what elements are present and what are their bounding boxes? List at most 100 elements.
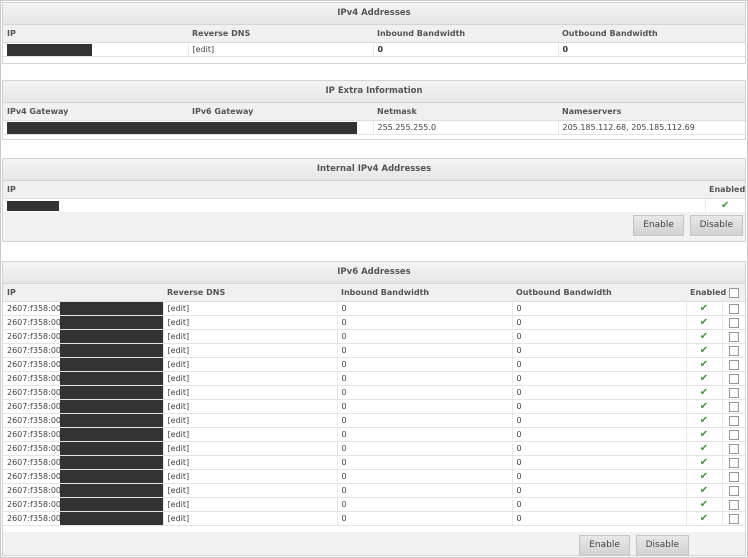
ipv6-row-checkbox-cell[interactable] [722, 497, 745, 512]
ipv6-ip-cell: 2607:f358:0001 [3, 301, 164, 316]
redacted-ip-suffix [60, 470, 162, 483]
ipv6-rdns-edit-link[interactable]: [edit] [163, 315, 338, 330]
ipv6-row-checkbox-cell[interactable] [722, 301, 745, 316]
checkbox[interactable] [728, 429, 739, 440]
checkbox[interactable] [728, 373, 739, 384]
ipv6-outbound-value: 0 [512, 469, 687, 484]
ipv6-rdns-edit-link[interactable]: [edit] [163, 469, 338, 484]
ipv6-rdns-edit-link[interactable]: [edit] [163, 427, 338, 442]
internal-table: IP Enabled ✔ [3, 181, 745, 213]
ipv6-outbound-value: 0 [512, 329, 687, 344]
table-row: 2607:f358:0001 [edit] 0 0 ✔ [3, 511, 745, 526]
ipv6-outbound-value: 0 [512, 483, 687, 498]
ipv4-ip-cell [3, 42, 189, 57]
ipv6-row-checkbox-cell[interactable] [722, 427, 745, 442]
ipv6-rdns-edit-link[interactable]: [edit] [163, 483, 338, 498]
internal-panel: Internal IPv4 Addresses IP Enabled ✔ Ena… [2, 158, 746, 242]
redacted-gateways [7, 121, 357, 134]
ipv6-outbound-value: 0 [512, 511, 687, 526]
ipv6-rdns-edit-link[interactable]: [edit] [163, 497, 338, 512]
ipv6-inbound-value: 0 [337, 399, 513, 414]
ipv6-rdns-edit-link[interactable]: [edit] [163, 301, 338, 316]
checkbox[interactable] [728, 331, 739, 342]
ipv6-inbound-value: 0 [337, 455, 513, 470]
checkbox[interactable] [728, 303, 739, 314]
ipv6-rdns-edit-link[interactable]: [edit] [163, 329, 338, 344]
table-row: 2607:f358:0001 [edit] 0 0 ✔ [3, 483, 745, 498]
ipv6-row-checkbox-cell[interactable] [722, 455, 745, 470]
checkbox[interactable] [728, 471, 739, 482]
internal-ip-cell [3, 198, 706, 213]
checkbox[interactable] [728, 443, 739, 454]
ipv4-outbound-value: 0 [558, 42, 745, 57]
redacted-ip-suffix [60, 498, 162, 511]
ipv6-row-checkbox-cell[interactable] [722, 511, 745, 526]
ipv6-inbound-value: 0 [337, 497, 513, 512]
ipv6-actions: Enable Disable [576, 535, 689, 556]
ipv6-outbound-value: 0 [512, 301, 687, 316]
ipv6-inbound-value: 0 [337, 469, 513, 484]
ipv6-rdns-edit-link[interactable]: [edit] [163, 357, 338, 372]
ipv6-ip-cell: 2607:f358:0001 [3, 441, 164, 456]
ipv6-ip-cell: 2607:f358:0001 [3, 455, 164, 470]
ipv6-header-rdns: Reverse DNS [163, 284, 337, 302]
redacted-ip-suffix [60, 344, 162, 357]
ipv6-row-checkbox-cell[interactable] [722, 357, 745, 372]
redacted-ip-suffix [60, 302, 162, 315]
ipv6-ip-cell: 2607:f358:0001 [3, 343, 164, 358]
checkbox[interactable] [728, 287, 739, 298]
checkbox[interactable] [728, 387, 739, 398]
ipv6-rdns-edit-link[interactable]: [edit] [163, 343, 338, 358]
ipv6-outbound-value: 0 [512, 315, 687, 330]
internal-enable-button[interactable]: Enable [633, 215, 684, 236]
ipv6-row-checkbox-cell[interactable] [722, 315, 745, 330]
ipv6-row-checkbox-cell[interactable] [722, 483, 745, 498]
checkbox[interactable] [728, 317, 739, 328]
checkbox[interactable] [728, 485, 739, 496]
ipv6-inbound-value: 0 [337, 357, 513, 372]
redacted-ip-suffix [60, 330, 162, 343]
checkmark-icon: ✔ [686, 455, 723, 470]
ipv4-header-rdns: Reverse DNS [188, 25, 373, 43]
gateway-cell [3, 120, 374, 135]
ipv6-ip-cell: 2607:f358:0001 [3, 427, 164, 442]
checkbox[interactable] [728, 415, 739, 426]
ipv6-row-checkbox-cell[interactable] [722, 329, 745, 344]
ipv6-row-checkbox-cell[interactable] [722, 413, 745, 428]
ipv6-ip-cell: 2607:f358:0001 [3, 483, 164, 498]
checkbox[interactable] [728, 457, 739, 468]
checkbox[interactable] [728, 499, 739, 510]
ipv6-rdns-edit-link[interactable]: [edit] [163, 511, 338, 526]
extra-title: IP Extra Information [3, 81, 745, 103]
table-row: 2607:f358:0001 [edit] 0 0 ✔ [3, 329, 745, 344]
internal-disable-button[interactable]: Disable [689, 215, 743, 236]
checkmark-icon: ✔ [686, 315, 723, 330]
ipv6-rdns-edit-link[interactable]: [edit] [163, 399, 338, 414]
ipv6-disable-button[interactable]: Disable [635, 535, 689, 556]
redacted-ip-suffix [60, 358, 162, 371]
checkbox[interactable] [728, 359, 739, 370]
checkbox[interactable] [728, 401, 739, 412]
ipv6-enable-button[interactable]: Enable [579, 535, 630, 556]
ipv6-rdns-edit-link[interactable]: [edit] [163, 371, 338, 386]
ipv6-row-checkbox-cell[interactable] [722, 469, 745, 484]
ipv6-row-checkbox-cell[interactable] [722, 385, 745, 400]
ipv4-table: IP Reverse DNS Inbound Bandwidth Outboun… [3, 25, 745, 57]
ipv6-rdns-edit-link[interactable]: [edit] [163, 413, 338, 428]
ipv6-row-checkbox-cell[interactable] [722, 371, 745, 386]
checkbox[interactable] [728, 345, 739, 356]
ipv6-rdns-edit-link[interactable]: [edit] [163, 385, 338, 400]
checkmark-icon: ✔ [686, 427, 723, 442]
table-row: 2607:f358:0001 [edit] 0 0 ✔ [3, 427, 745, 442]
internal-header-ip: IP [3, 181, 705, 199]
ipv6-row-checkbox-cell[interactable] [722, 343, 745, 358]
ipv6-rdns-edit-link[interactable]: [edit] [163, 441, 338, 456]
ipv4-rdns-edit-link[interactable]: [edit] [188, 42, 374, 57]
ipv6-row-checkbox-cell[interactable] [722, 441, 745, 456]
checkbox[interactable] [728, 513, 739, 524]
ipv6-rdns-edit-link[interactable]: [edit] [163, 455, 338, 470]
ipv6-inbound-value: 0 [337, 315, 513, 330]
ipv6-row-checkbox-cell[interactable] [722, 399, 745, 414]
redacted-ip [7, 43, 92, 56]
ipv6-ip-cell: 2607:f358:0001 [3, 329, 164, 344]
